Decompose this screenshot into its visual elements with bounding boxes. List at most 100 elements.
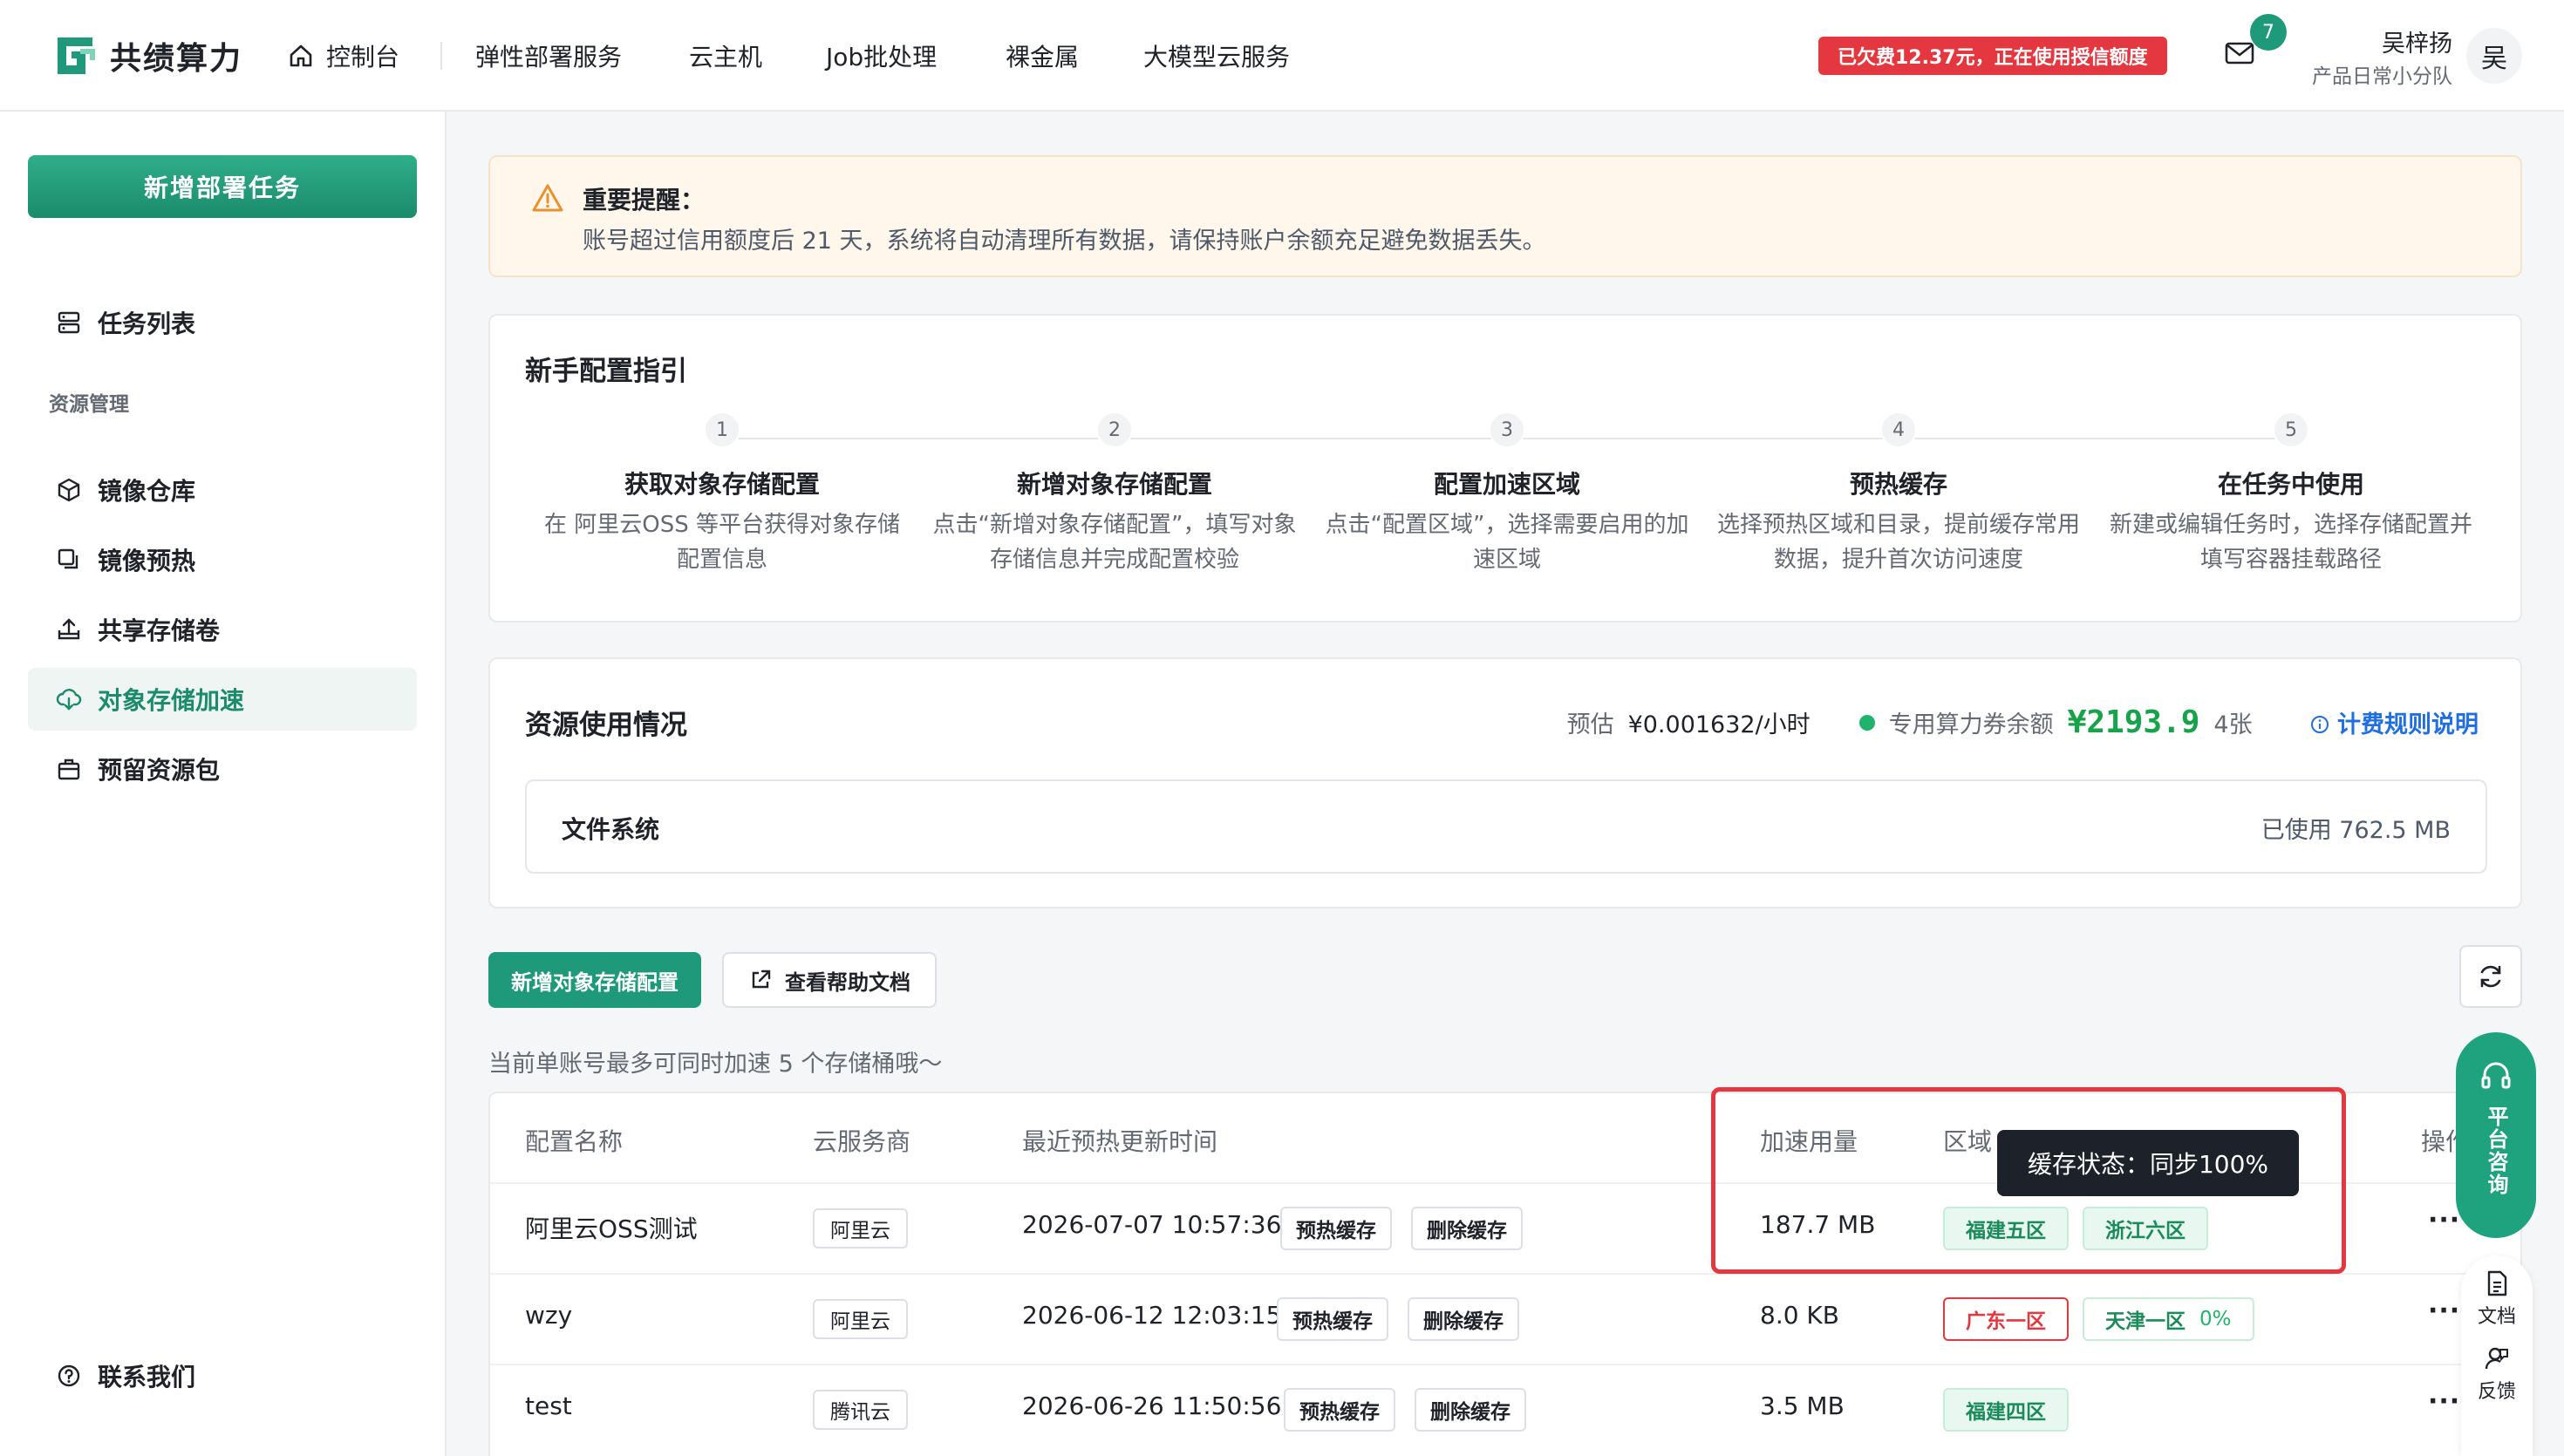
column-header: 区域 — [1943, 1127, 1993, 1156]
sidebar-item-label: 对象存储加速 — [98, 686, 245, 715]
filesystem-box: 文件系统 已使用 762.5 MB — [525, 779, 2487, 874]
step-desc: 新建或编辑任务时，选择存储配置并填写容器挂载路径 — [2109, 512, 2472, 573]
setup-guide: 新手配置指引 1 获取对象存储配置 在 阿里云OSS 等平台获得对象存储配置信息… — [488, 314, 2522, 623]
guide-step: 3 配置加速区域 点击“配置区域”，选择需要启用的加速区域 — [1324, 412, 1690, 577]
sidebar-item-contact[interactable]: 联系我们 — [28, 1344, 417, 1407]
step-title: 预热缓存 — [1849, 470, 1947, 499]
help-doc-button[interactable]: 查看帮助文档 — [722, 952, 937, 1008]
delete-cache-button[interactable]: 删除缓存 — [1408, 1297, 1519, 1341]
feedback-label: 反馈 — [2477, 1381, 2516, 1403]
sidebar-item-image-warmup[interactable]: 镜像预热 — [28, 528, 417, 591]
nav-item-job[interactable]: Job批处理 — [826, 38, 937, 73]
sidebar-item-label: 任务列表 — [98, 310, 196, 338]
mail-icon[interactable] — [2224, 40, 2255, 66]
step-number: 5 — [2273, 412, 2309, 448]
billing-rules-link[interactable]: 计费规则说明 — [2310, 705, 2479, 739]
guide-step: 4 预热缓存 选择预热区域和目录，提前缓存常用数据，提升首次访问速度 — [1715, 412, 2082, 577]
avatar[interactable]: 吴 — [2466, 28, 2522, 84]
region-tag[interactable]: 福建四区 — [1943, 1388, 2069, 1432]
nav-item-bare-metal[interactable]: 裸金属 — [1006, 38, 1079, 73]
briefcase-icon — [58, 759, 80, 780]
float-panel: 文档 反馈 — [2461, 1255, 2533, 1456]
brand-logo-icon — [58, 37, 95, 74]
help-circle-icon — [58, 1364, 80, 1387]
acceleration-usage: 8.0 KB — [1760, 1301, 1839, 1330]
more-actions-button[interactable]: ··· — [2428, 1205, 2460, 1235]
step-number: 3 — [1489, 412, 1525, 448]
sidebar-item-label: 预留资源包 — [98, 756, 221, 785]
warm-cache-button[interactable]: 预热缓存 — [1284, 1388, 1395, 1432]
vendor-tag: 阿里云 — [813, 1299, 908, 1339]
acceleration-usage: 187.7 MB — [1760, 1210, 1876, 1239]
nav-item-cloud-host[interactable]: 云主机 — [689, 38, 762, 73]
user-name[interactable]: 吴梓扬 — [2382, 24, 2452, 58]
table-row[interactable]: test 腾讯云 2026-06-26 11:50:56 预热缓存 删除缓存 3… — [490, 1364, 2520, 1454]
arrears-badge[interactable]: 已欠费12.37元，正在使用授信额度 — [1818, 37, 2167, 75]
filesystem-used: 已使用 762.5 MB — [2261, 817, 2451, 844]
region-tag[interactable]: 天津一区 0% — [2083, 1297, 2254, 1341]
feedback-button[interactable]: 反馈 — [2478, 1344, 2516, 1404]
billing-rules-label: 计费规则说明 — [2337, 711, 2479, 738]
sidebar: 新增部署任务 任务列表 资源管理 镜像仓库 镜像预热 共享存储卷 对象存储加速 … — [0, 112, 447, 1456]
delete-cache-button[interactable]: 删除缓存 — [1411, 1207, 1523, 1250]
new-task-button[interactable]: 新增部署任务 — [28, 155, 417, 218]
document-icon — [2487, 1270, 2507, 1296]
sidebar-item-label: 联系我们 — [98, 1363, 196, 1391]
guide-title: 新手配置指引 — [525, 356, 687, 387]
alert-text: 账号超过信用额度后 21 天，系统将自动清理所有数据，请保持账户余额充足避免数据… — [583, 228, 1546, 255]
sidebar-item-oss-acceleration[interactable]: 对象存储加速 — [28, 668, 417, 731]
bucket-limit-hint: 当前单账号最多可同时加速 5 个存储桶哦～ — [488, 1051, 943, 1078]
server-list-icon — [58, 311, 80, 334]
add-oss-config-button[interactable]: 新增对象存储配置 — [488, 952, 701, 1008]
warm-time: 2026-06-12 12:03:15 — [1022, 1301, 1282, 1330]
alert-title: 重要提醒： — [583, 186, 706, 214]
step-number: 1 — [704, 412, 740, 448]
nav-home[interactable]: 控制台 — [288, 38, 399, 73]
step-title: 获取对象存储配置 — [624, 470, 820, 499]
balance-value: ¥2193.9 — [2067, 704, 2200, 740]
warm-time: 2026-06-26 11:50:56 — [1022, 1391, 1282, 1420]
delete-cache-button[interactable]: 删除缓存 — [1415, 1388, 1526, 1432]
region-tag[interactable]: 浙江六区 — [2083, 1207, 2208, 1250]
usage-title: 资源使用情况 — [525, 710, 687, 741]
warm-cache-button[interactable]: 预热缓存 — [1280, 1207, 1392, 1250]
warm-cache-button[interactable]: 预热缓存 — [1277, 1297, 1388, 1341]
sidebar-item-label: 镜像预热 — [98, 547, 196, 575]
more-actions-button[interactable]: ··· — [2428, 1386, 2460, 1417]
sync-percent: 0% — [2199, 1308, 2232, 1330]
estimate-label: 预估 — [1566, 711, 1614, 738]
step-number: 2 — [1096, 412, 1133, 448]
balance-label: 专用算力券余额 — [1888, 711, 2054, 738]
help-doc-label: 查看帮助文档 — [785, 970, 910, 995]
step-title: 在任务中使用 — [2217, 470, 2364, 499]
step-title: 配置加速区域 — [1433, 470, 1580, 499]
balance-count: 4张 — [2213, 711, 2253, 738]
warning-icon — [532, 184, 563, 212]
nav-home-label: 控制台 — [326, 43, 400, 71]
sidebar-item-label: 镜像仓库 — [98, 477, 196, 506]
step-desc: 在 阿里云OSS 等平台获得对象存储配置信息 — [543, 512, 900, 573]
warm-time: 2026-07-07 10:57:36 — [1022, 1210, 1282, 1239]
step-number: 4 — [1880, 412, 1917, 448]
more-actions-button[interactable]: ··· — [2428, 1296, 2460, 1326]
nav-item-llm[interactable]: 大模型云服务 — [1143, 38, 1290, 73]
filesystem-label: 文件系统 — [562, 815, 660, 844]
platform-consult-button[interactable]: 平台咨询 — [2456, 1032, 2536, 1238]
sidebar-item-label: 共享存储卷 — [98, 616, 221, 645]
brand[interactable]: 共绩算力 — [54, 33, 242, 78]
sidebar-item-shared-volume[interactable]: 共享存储卷 — [28, 598, 417, 661]
step-title: 新增对象存储配置 — [1016, 470, 1212, 499]
region-tag[interactable]: 广东一区 — [1943, 1297, 2069, 1341]
external-link-icon — [752, 970, 771, 989]
region-tag[interactable]: 福建五区 — [1943, 1207, 2069, 1250]
refresh-button[interactable] — [2459, 945, 2522, 1008]
nav-item-elastic[interactable]: 弹性部署服务 — [475, 38, 622, 73]
docs-button[interactable]: 文档 — [2478, 1269, 2516, 1329]
table-row[interactable]: wzy 阿里云 2026-06-12 12:03:15 预热缓存 删除缓存 8.… — [490, 1273, 2520, 1364]
column-header: 最近预热更新时间 — [1022, 1127, 1218, 1156]
brand-name: 共绩算力 — [110, 41, 243, 77]
sidebar-item-task-list[interactable]: 任务列表 — [28, 291, 417, 354]
sidebar-item-reserved-package[interactable]: 预留资源包 — [28, 738, 417, 800]
sidebar-item-image-repo[interactable]: 镜像仓库 — [28, 459, 417, 521]
step-desc: 点击“配置区域”，选择需要启用的加速区域 — [1325, 512, 1689, 573]
